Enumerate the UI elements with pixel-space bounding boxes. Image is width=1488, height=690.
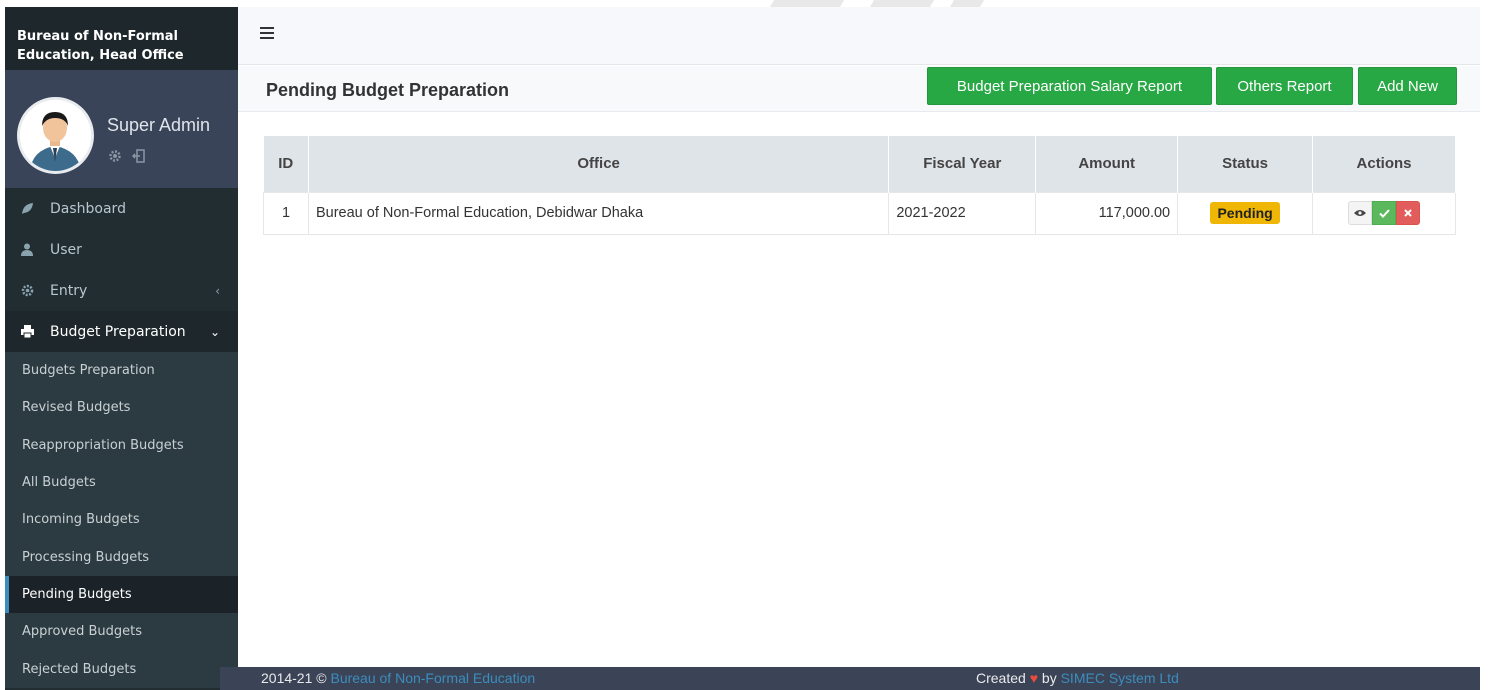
chevron-down-icon: ⌄ — [209, 324, 220, 339]
cell-amount: 117,000.00 — [1035, 191, 1179, 235]
brand-line-2: Education, Head Office — [17, 48, 184, 63]
status-badge: Pending — [1210, 202, 1280, 224]
content-header: Pending Budget Preparation Budget Prepar… — [238, 66, 1480, 112]
cell-status: Pending — [1177, 191, 1314, 235]
column-header-fiscal-year[interactable]: Fiscal Year — [888, 136, 1037, 192]
submenu-item-budgets-preparation[interactable]: Budgets Preparation — [5, 352, 238, 389]
sidebar-item-entry[interactable]: Entry ‹ — [5, 270, 238, 311]
sidebar-item-label: User — [50, 241, 82, 258]
submenu-item-incoming-budgets[interactable]: Incoming Budgets — [5, 501, 238, 538]
brand-line-1: Bureau of Non-Formal — [17, 29, 178, 44]
approve-check-icon[interactable] — [1372, 201, 1397, 225]
user-name: Super Admin — [107, 115, 211, 135]
user-icon — [20, 243, 34, 257]
submenu-item-processing-budgets[interactable]: Processing Budgets — [5, 538, 238, 575]
sidebar-item-label: Dashboard — [50, 200, 126, 217]
company-link[interactable]: SIMEC System Ltd — [1061, 670, 1179, 686]
page-title: Pending Budget Preparation — [266, 80, 510, 100]
budget-preparation-submenu: Budgets Preparation Revised Budgets Reap… — [5, 352, 238, 688]
logout-icon[interactable] — [131, 148, 146, 163]
column-header-office[interactable]: Office — [308, 136, 890, 192]
column-header-amount[interactable]: Amount — [1035, 136, 1179, 192]
app: Bureau of Non-Formal Education, Head Off… — [0, 0, 1488, 690]
others-report-button[interactable]: Others Report — [1216, 67, 1353, 105]
top-navbar — [238, 7, 1480, 65]
submenu-item-approved-budgets[interactable]: Approved Budgets — [5, 613, 238, 650]
submenu-item-rejected-budgets[interactable]: Rejected Budgets — [5, 650, 238, 687]
sidebar-toggle-menu-icon[interactable] — [260, 27, 274, 39]
column-header-id[interactable]: ID — [263, 136, 309, 192]
cell-fiscal-year: 2021-2022 — [888, 191, 1037, 235]
sidebar-item-user[interactable]: User — [5, 229, 238, 270]
org-link[interactable]: Bureau of Non-Formal Education — [330, 670, 535, 686]
heart-icon: ♥ — [1029, 670, 1039, 686]
user-avatar-icon — [20, 100, 91, 171]
submenu-item-reappropriation-budgets[interactable]: Reappropriation Budgets — [5, 427, 238, 464]
budget-table-container: ID Office Fiscal Year Amount Status Acti… — [263, 136, 1456, 235]
created-text: Created — [976, 670, 1026, 686]
sidebar-item-dashboard[interactable]: Dashboard — [5, 188, 238, 229]
reject-close-icon[interactable] — [1396, 201, 1421, 225]
sidebar-menu: Dashboard User Entry ‹ Budget Preparatio… — [5, 188, 238, 352]
column-header-actions: Actions — [1312, 136, 1456, 192]
gear-icon — [20, 284, 34, 298]
footer: 2014-21 © Bureau of Non-Formal Education… — [220, 667, 1480, 690]
copyright-text: 2014-21 © — [261, 670, 327, 686]
add-new-button[interactable]: Add New — [1358, 67, 1457, 105]
sidebar: Bureau of Non-Formal Education, Head Off… — [5, 7, 238, 690]
brand-logo[interactable]: Bureau of Non-Formal Education, Head Off… — [5, 7, 238, 70]
avatar — [17, 97, 94, 174]
sidebar-item-budget-preparation[interactable]: Budget Preparation ⌄ — [5, 311, 238, 352]
budget-preparation-salary-report-button[interactable]: Budget Preparation Salary Report — [927, 67, 1212, 105]
submenu-item-pending-budgets[interactable]: Pending Budgets — [5, 575, 238, 614]
by-text: by — [1041, 670, 1057, 686]
sidebar-item-label: Entry — [50, 282, 88, 299]
printer-icon — [20, 325, 34, 339]
table-header-row: ID Office Fiscal Year Amount Status Acti… — [263, 136, 1456, 192]
footer-credit: Created ♥ by SIMEC System Ltd — [976, 670, 1179, 686]
user-panel: Super Admin — [5, 70, 238, 188]
view-eye-icon[interactable] — [1348, 201, 1373, 225]
row-actions — [1320, 201, 1448, 225]
submenu-item-revised-budgets[interactable]: Revised Budgets — [5, 389, 238, 426]
footer-copyright: 2014-21 © Bureau of Non-Formal Education — [261, 670, 535, 686]
cell-id: 1 — [263, 191, 309, 235]
submenu-item-all-budgets[interactable]: All Budgets — [5, 464, 238, 501]
user-actions — [108, 148, 146, 163]
chevron-left-icon: ‹ — [215, 283, 220, 298]
table-row: 1 Bureau of Non-Formal Education, Debidw… — [263, 191, 1456, 235]
leaf-icon — [20, 202, 34, 216]
column-header-status[interactable]: Status — [1177, 136, 1314, 192]
settings-gear-icon[interactable] — [108, 148, 122, 162]
sidebar-item-label: Budget Preparation — [50, 323, 186, 340]
budget-table: ID Office Fiscal Year Amount Status Acti… — [263, 136, 1456, 235]
cell-office: Bureau of Non-Formal Education, Debidwar… — [307, 191, 890, 235]
cell-actions — [1312, 191, 1456, 235]
